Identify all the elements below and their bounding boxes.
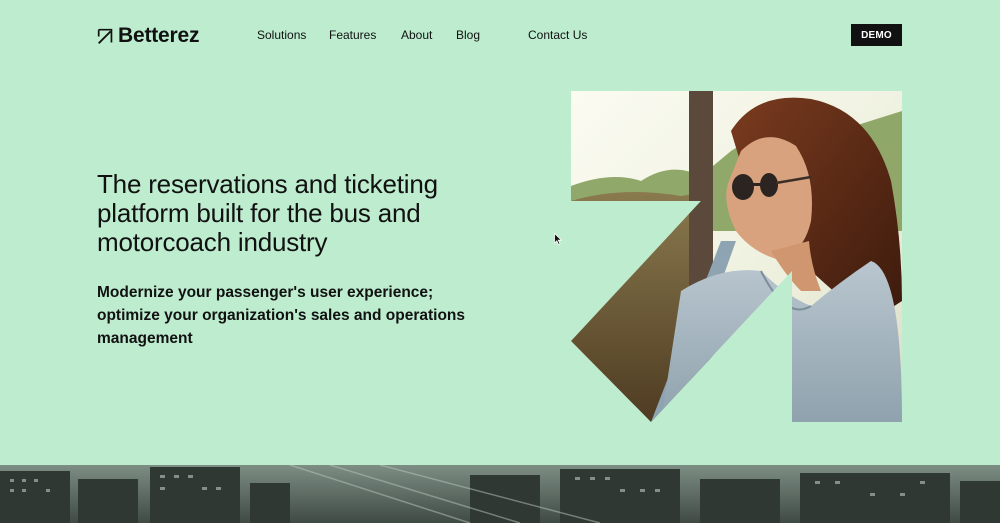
nav-item-features[interactable]: Features: [329, 28, 376, 42]
site-header: Betterez Solutions Features About Blog C…: [0, 0, 1000, 70]
mouse-cursor-icon: [554, 233, 562, 245]
nav-item-contact-us[interactable]: Contact Us: [528, 28, 587, 42]
hero-title: The reservations and ticketing platform …: [97, 169, 438, 257]
nav-item-solutions[interactable]: Solutions: [257, 28, 306, 42]
main-nav: Solutions Features About Blog Contact Us: [0, 28, 1000, 44]
hero-photo: [571, 91, 902, 422]
hero-subtitle: Modernize your passenger's user experien…: [97, 284, 466, 347]
nav-item-blog[interactable]: Blog: [456, 28, 480, 42]
nav-item-about[interactable]: About: [401, 28, 432, 42]
demo-button[interactable]: DEMO: [851, 24, 902, 46]
city-skyline-image: [0, 465, 1000, 523]
